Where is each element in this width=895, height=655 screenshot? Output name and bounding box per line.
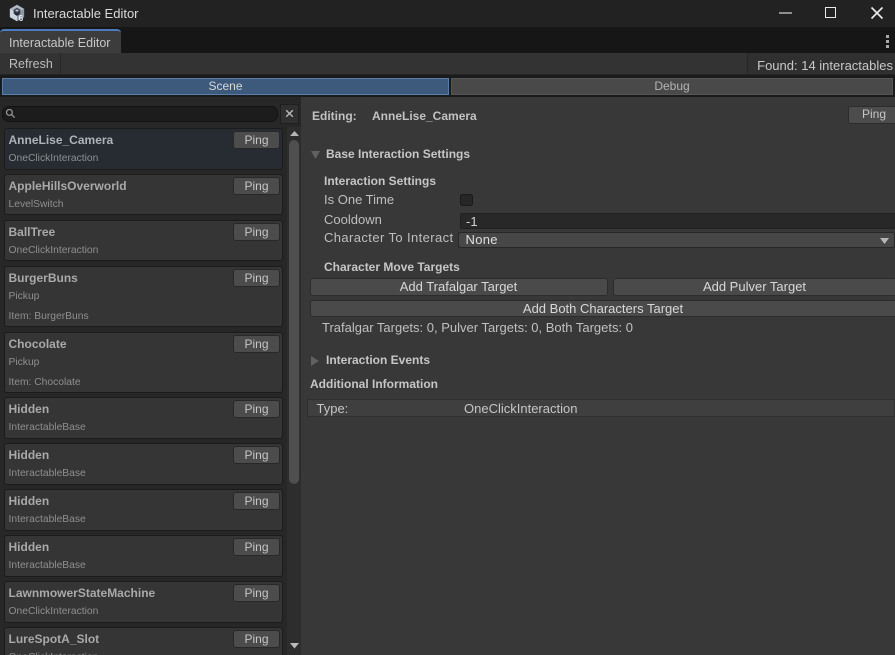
svg-text:6: 6 [19, 14, 24, 22]
